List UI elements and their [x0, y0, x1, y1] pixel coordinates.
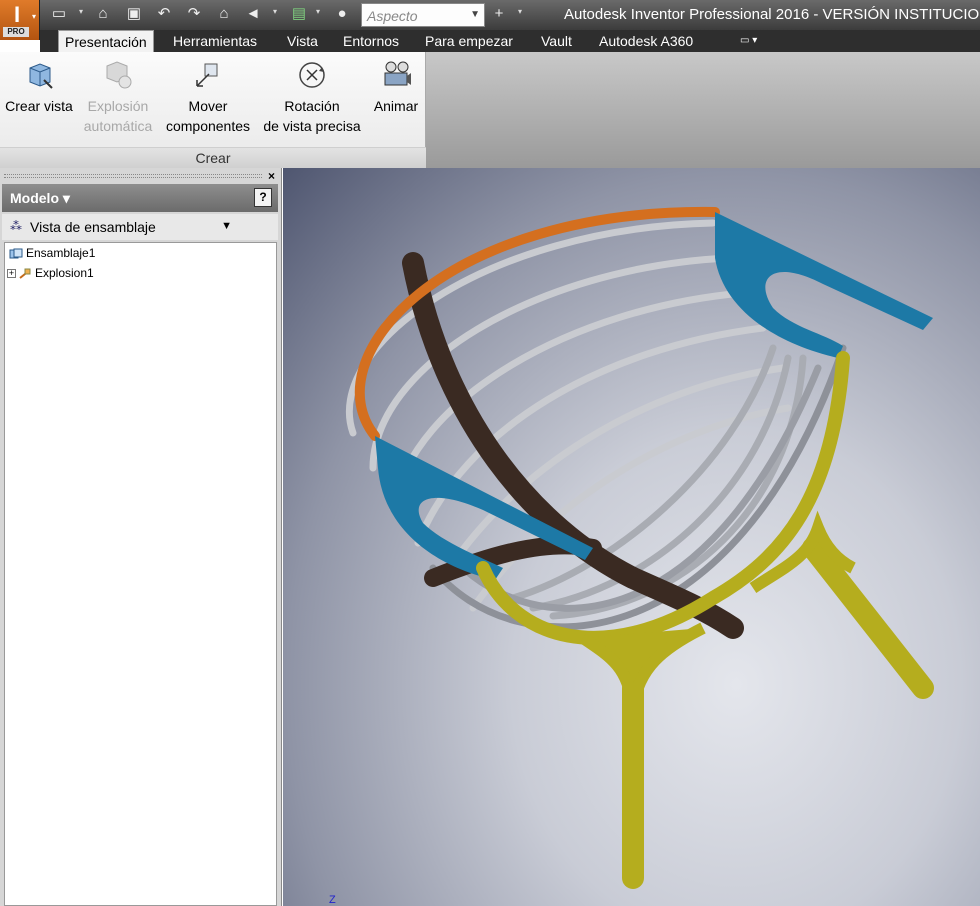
assembly-icon — [9, 248, 23, 259]
precise-rotate-label-1: Rotación — [284, 98, 340, 114]
animate-label: Animar — [373, 98, 419, 114]
pro-badge: PRO — [3, 27, 29, 37]
graphics-viewport[interactable]: Z — [283, 168, 980, 906]
create-view-button[interactable]: Crear vista — [2, 52, 76, 116]
ribbon-empty-area — [426, 52, 980, 168]
browser-header-title: Modelo ▾ — [10, 190, 70, 206]
move-components-button[interactable]: Mover componentes — [160, 52, 256, 136]
view-selector-value: Vista de ensamblaje — [30, 219, 156, 235]
browser-header[interactable]: Modelo ▾ ? — [2, 184, 278, 212]
browser-tree: Ensamblaje1 + Explosion1 — [4, 242, 277, 906]
auto-explode-button[interactable]: Explosión automática — [80, 52, 156, 136]
create-view-icon — [29, 63, 53, 89]
chair-model-render[interactable] — [283, 168, 980, 906]
animate-button[interactable]: Animar — [366, 52, 426, 116]
open-icon[interactable]: ⌂ — [94, 5, 112, 23]
auto-explode-label-2: automática — [83, 118, 153, 134]
move-components-icon — [196, 63, 218, 87]
ribbon-display-options-icon[interactable]: ▭ ▾ — [734, 30, 763, 52]
application-menu-button[interactable]: I ▾ PRO — [0, 0, 40, 40]
move-components-label-2: componentes — [165, 118, 251, 134]
axis-z-label: Z — [329, 894, 336, 906]
expand-icon[interactable]: + — [7, 269, 16, 279]
save-icon[interactable]: ▣ — [125, 5, 143, 23]
appearance-select-value: Aspecto — [367, 8, 418, 24]
tree-node-explosion1[interactable]: + Explosion1 — [7, 266, 94, 280]
ribbon-tab-bar: Presentación Herramientas Vista Entornos… — [40, 30, 980, 52]
update-icon[interactable]: ▤ — [290, 5, 308, 23]
tab-vault[interactable]: Vault — [535, 30, 578, 52]
ribbon-panel-crear: Crear vista Explosión automática Mover c… — [0, 52, 426, 168]
help-icon[interactable]: ? — [254, 188, 272, 207]
blue-arm-right — [715, 212, 933, 358]
chevron-down-icon: ▾ — [62, 190, 70, 206]
chevron-down-icon[interactable]: ▾ — [79, 7, 83, 16]
tree-node-ensamblaje1[interactable]: Ensamblaje1 — [9, 246, 95, 260]
animate-icon — [384, 61, 411, 86]
home-icon[interactable]: ⌂ — [215, 5, 233, 23]
quick-access-toolbar: I ▾ PRO ▭ ▾ ⌂ ▣ ↶ ↷ ⌂ ◄ ▾ ▤ ▾ ● Aspecto … — [0, 0, 980, 40]
precise-rotate-button[interactable]: Rotación de vista precisa — [258, 52, 366, 136]
window-title: Autodesk Inventor Professional 2016 - VE… — [564, 6, 980, 23]
tab-presentacion[interactable]: Presentación — [58, 30, 154, 52]
inventor-logo-icon: I — [13, 2, 21, 27]
chevron-down-icon[interactable]: ▾ — [518, 7, 522, 16]
precise-rotate-label-2: de vista precisa — [263, 118, 361, 134]
tab-para-empezar[interactable]: Para empezar — [419, 30, 519, 52]
redo-icon[interactable]: ↷ — [185, 5, 203, 23]
auto-explode-label-1: Explosión — [87, 98, 149, 114]
new-icon[interactable]: ▭ — [50, 5, 68, 23]
yellow-leg-right — [802, 537, 934, 699]
chevron-down-icon[interactable]: ▾ — [316, 7, 320, 16]
appearance-select[interactable]: Aspecto ▼ — [361, 3, 485, 27]
back-icon[interactable]: ◄ — [244, 5, 262, 23]
chevron-down-icon: ▼ — [470, 9, 480, 20]
precise-rotate-icon — [299, 62, 325, 88]
tab-vista[interactable]: Vista — [281, 30, 324, 52]
auto-explode-icon — [106, 61, 132, 89]
view-selector[interactable]: ⁂ Vista de ensamblaje ▼ — [2, 214, 278, 240]
tab-herramientas[interactable]: Herramientas — [167, 30, 263, 52]
panel-grip[interactable] — [4, 174, 262, 178]
chevron-down-icon: ▾ — [31, 12, 36, 21]
chevron-down-icon[interactable]: ▾ — [273, 7, 277, 16]
undo-icon[interactable]: ↶ — [155, 5, 173, 23]
material-icon[interactable]: ● — [333, 5, 351, 23]
create-view-label: Crear vista — [5, 98, 73, 114]
move-components-label-1: Mover — [188, 98, 228, 114]
model-browser: × Modelo ▾ ? ⁂ Vista de ensamblaje ▼ Ens… — [0, 168, 282, 906]
plus-icon[interactable]: + — [490, 5, 508, 23]
tab-entornos[interactable]: Entornos — [337, 30, 405, 52]
assembly-view-icon: ⁂ — [10, 219, 22, 233]
close-icon[interactable]: × — [268, 169, 275, 183]
tab-autodesk-a360[interactable]: Autodesk A360 — [593, 30, 699, 52]
explosion-icon — [19, 268, 31, 279]
chevron-down-icon: ▼ — [221, 220, 232, 232]
panel-label-crear: Crear — [0, 147, 426, 168]
